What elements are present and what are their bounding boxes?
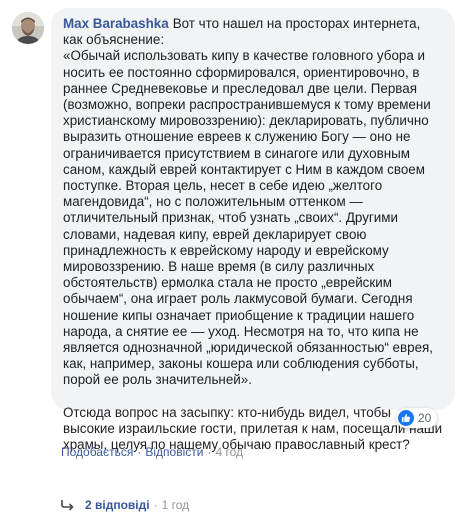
replies-count-link[interactable]: 2 відповіді: [85, 498, 150, 512]
replies-timestamp: 1 год: [161, 498, 190, 512]
avatar-photo: [12, 12, 44, 44]
reply-link[interactable]: Відповісти: [145, 445, 203, 459]
comment-bubble: Max Barabashka Вот что нашел на просторах…: [51, 8, 455, 452]
avatar[interactable]: [12, 12, 44, 44]
view-replies[interactable]: 2 відповіді · 1 год: [61, 498, 189, 512]
comment-actions: Подобається · Відповісти · 4 год: [61, 445, 243, 459]
comment: Max Barabashka Вот что нашел на просторах…: [0, 0, 469, 520]
reaction-count: 20: [418, 411, 432, 425]
separator-dot: ·: [137, 445, 142, 459]
comment-paragraph-1: Max Barabashka Вот что нашел на просторах…: [63, 16, 443, 389]
comment-text-1: Вот что нашел на просторах интернета, ка…: [63, 16, 433, 388]
separator-dot: ·: [153, 498, 158, 512]
reactions-badge[interactable]: 20: [396, 408, 438, 428]
author-name[interactable]: Max Barabashka: [63, 16, 169, 31]
reply-arrow-icon: [61, 500, 74, 511]
separator-dot: ·: [207, 445, 212, 459]
comment-timestamp[interactable]: 4 год: [215, 445, 243, 459]
like-icon: [398, 410, 414, 426]
like-link[interactable]: Подобається: [61, 445, 133, 459]
